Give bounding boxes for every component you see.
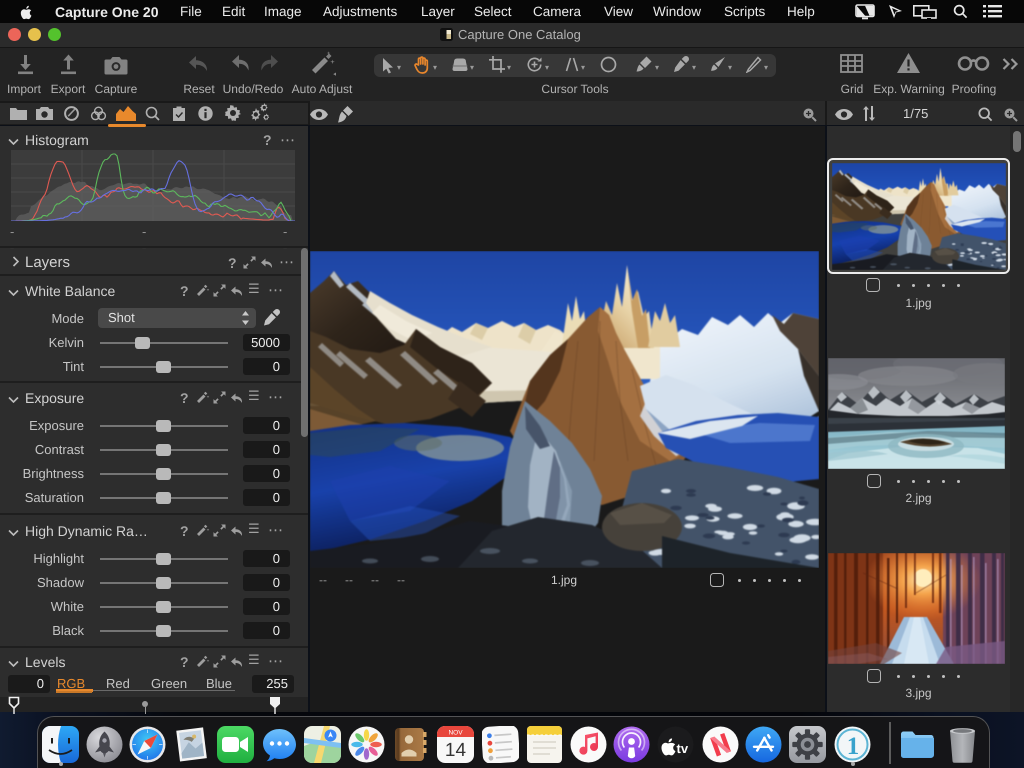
svg-text:NOV: NOV [448,730,463,737]
svg-text:tv: tv [677,741,689,756]
svg-text:1: 1 [847,733,860,760]
svg-text:14: 14 [445,740,467,761]
